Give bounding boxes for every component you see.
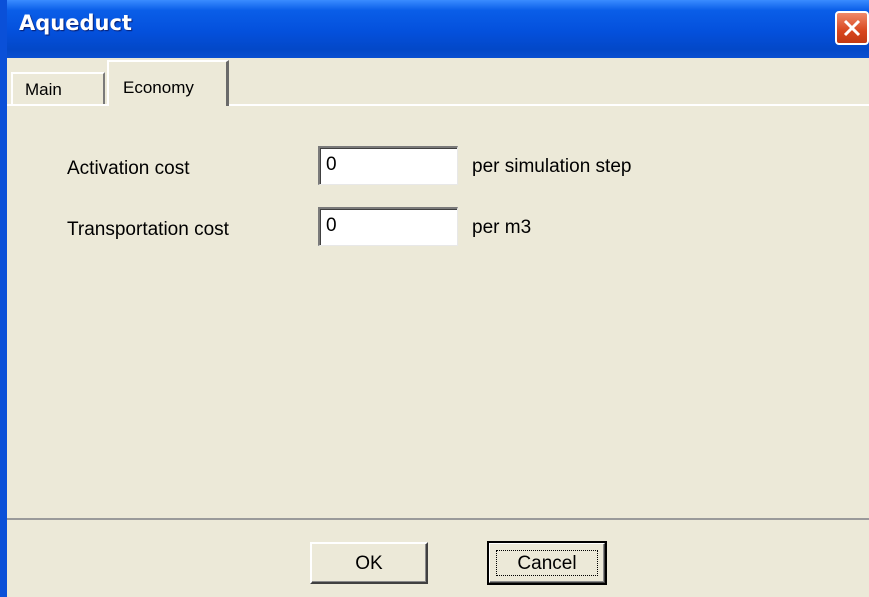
activation-cost-unit: per simulation step xyxy=(472,156,632,177)
close-icon xyxy=(843,19,861,37)
tab-strip: Main Economy xyxy=(7,58,869,106)
economy-panel: Activation cost 0 per simulation step Tr… xyxy=(7,104,869,520)
transportation-cost-label: Transportation cost xyxy=(67,219,229,240)
transportation-cost-unit: per m3 xyxy=(472,217,532,238)
activation-cost-label: Activation cost xyxy=(67,158,190,179)
tab-main[interactable]: Main xyxy=(11,72,105,106)
close-button[interactable] xyxy=(835,11,869,45)
tab-economy[interactable]: Economy xyxy=(107,60,229,106)
transportation-cost-input[interactable]: 0 xyxy=(318,207,458,246)
ok-button[interactable]: OK xyxy=(310,542,428,584)
activation-cost-input[interactable]: 0 xyxy=(318,146,458,185)
window-title: Aqueduct xyxy=(19,11,132,35)
dialog-window: Aqueduct Main Economy Activation cost 0 … xyxy=(0,0,869,597)
tab-economy-label: Economy xyxy=(123,78,194,97)
cancel-button[interactable]: Cancel xyxy=(487,541,607,585)
focus-rectangle xyxy=(496,550,598,576)
title-bar[interactable]: Aqueduct xyxy=(7,0,869,58)
ok-button-label: OK xyxy=(355,553,383,574)
tab-main-label: Main xyxy=(25,80,62,99)
